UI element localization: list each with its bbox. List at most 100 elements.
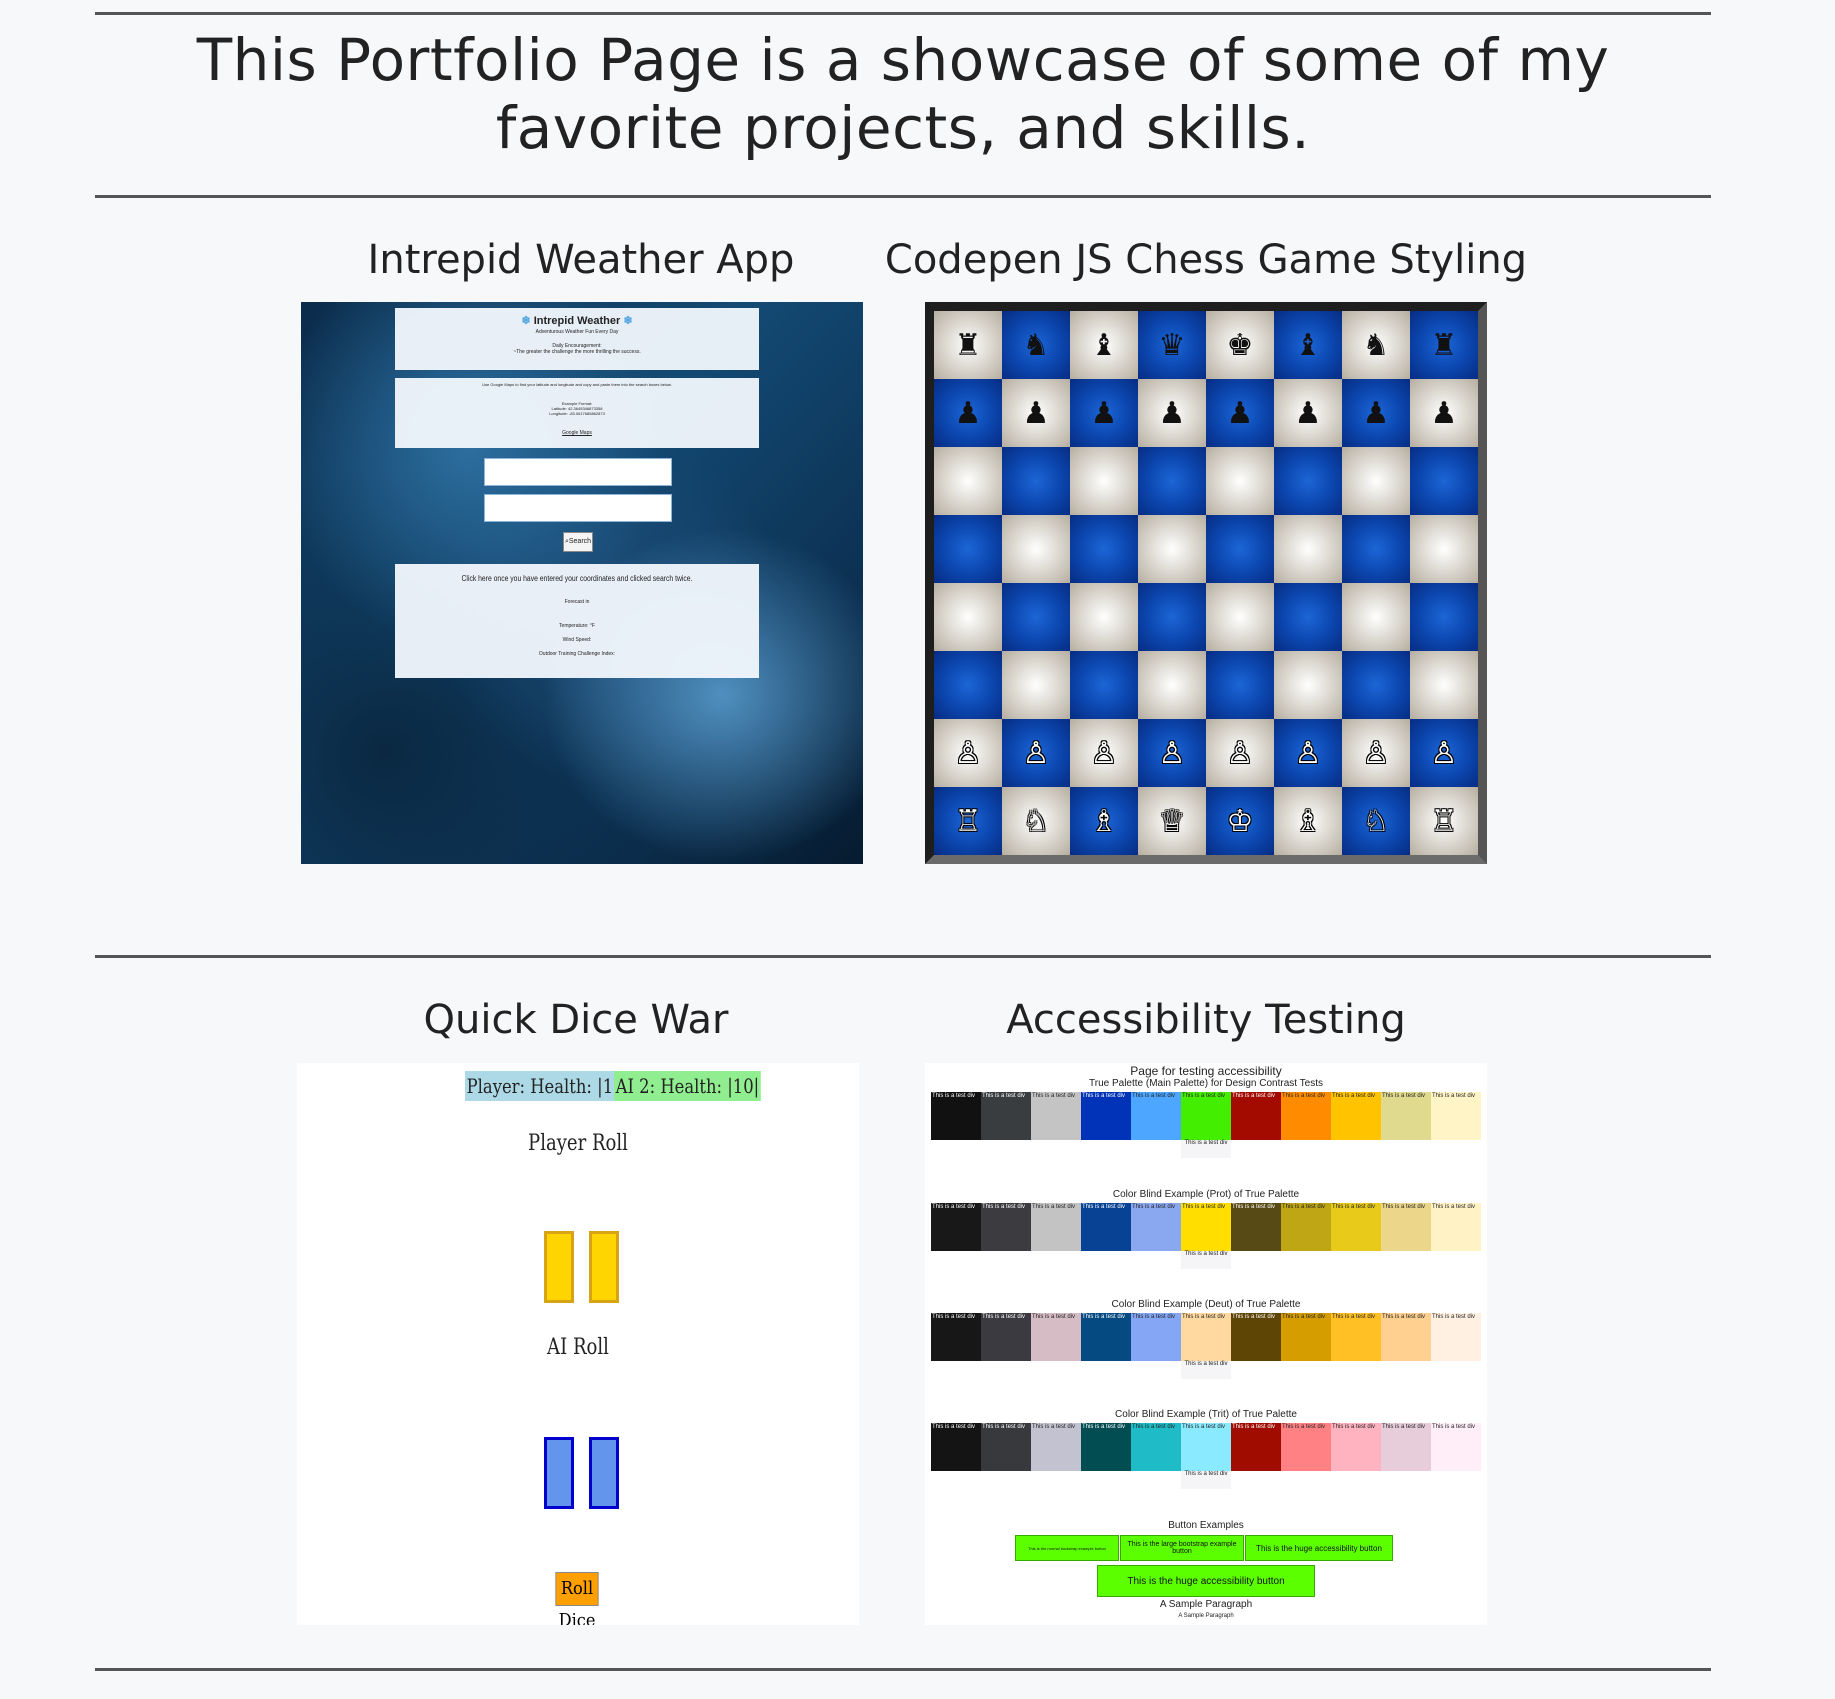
chess-square[interactable]: ♟	[1206, 379, 1274, 447]
chess-square[interactable]	[1410, 583, 1478, 651]
chess-square[interactable]	[1002, 651, 1070, 719]
chess-square[interactable]	[1138, 583, 1206, 651]
chess-square[interactable]	[1138, 447, 1206, 515]
chess-piece[interactable]: ♛	[1159, 328, 1186, 363]
chess-piece[interactable]: ♞	[1363, 328, 1390, 363]
huge-accessibility-button-2[interactable]: This is the huge accessibility button	[1097, 1565, 1315, 1597]
chess-square[interactable]	[1002, 583, 1070, 651]
google-maps-link[interactable]: Google Maps	[395, 430, 759, 436]
chess-piece[interactable]: ♙	[1227, 736, 1254, 771]
chess-piece[interactable]: ♗	[1295, 804, 1322, 839]
chess-square[interactable]: ♔	[1206, 787, 1274, 855]
chess-piece[interactable]: ♟	[1091, 396, 1118, 431]
chess-square[interactable]	[1342, 515, 1410, 583]
chess-piece[interactable]: ♟	[1023, 396, 1050, 431]
chess-square[interactable]	[1138, 651, 1206, 719]
chess-square[interactable]: ♖	[934, 787, 1002, 855]
chess-square[interactable]: ♘	[1002, 787, 1070, 855]
chess-piece[interactable]: ♙	[1159, 736, 1186, 771]
chess-square[interactable]: ♗	[1274, 787, 1342, 855]
chess-square[interactable]: ♟	[1002, 379, 1070, 447]
chess-square[interactable]	[1070, 651, 1138, 719]
chess-square[interactable]	[1070, 583, 1138, 651]
accessibility-screenshot-link[interactable]: Page for testing accessibility True Pale…	[925, 1063, 1487, 1625]
chess-piece[interactable]: ♖	[1431, 804, 1458, 839]
chess-piece[interactable]: ♗	[1091, 804, 1118, 839]
dice-war-screenshot-link[interactable]: Player: Health: |10| AI 2: Health: |10| …	[297, 1063, 859, 1625]
chess-square[interactable]	[1274, 583, 1342, 651]
chess-piece[interactable]: ♟	[1227, 396, 1254, 431]
chess-square[interactable]: ♚	[1206, 311, 1274, 379]
huge-accessibility-button-1[interactable]: This is the huge accessibility button	[1245, 1535, 1393, 1561]
weather-result-panel[interactable]: Click here once you have entered your co…	[395, 564, 759, 678]
latitude-input[interactable]	[484, 458, 672, 486]
chess-piece[interactable]: ♙	[1023, 736, 1050, 771]
chess-piece[interactable]: ♙	[1091, 736, 1118, 771]
chess-piece[interactable]: ♝	[1091, 328, 1118, 363]
chess-square[interactable]: ♟	[1410, 379, 1478, 447]
chess-square[interactable]	[1410, 447, 1478, 515]
chess-square[interactable]	[934, 583, 1002, 651]
chess-piece[interactable]: ♟	[955, 396, 982, 431]
longitude-input[interactable]	[484, 494, 672, 522]
chess-square[interactable]: ♟	[1342, 379, 1410, 447]
chess-square[interactable]: ♙	[1070, 719, 1138, 787]
chess-square[interactable]	[1070, 515, 1138, 583]
chess-square[interactable]	[1410, 515, 1478, 583]
chess-piece[interactable]: ♔	[1227, 804, 1254, 839]
weather-app-screenshot-link[interactable]: ❄ Intrepid Weather ❄ Adventurous Weather…	[301, 302, 863, 864]
chess-piece[interactable]: ♖	[955, 804, 982, 839]
chess-square[interactable]: ♙	[1274, 719, 1342, 787]
chess-piece[interactable]: ♜	[1431, 328, 1458, 363]
chess-square[interactable]: ♞	[1002, 311, 1070, 379]
chess-square[interactable]: ♗	[1070, 787, 1138, 855]
chess-square[interactable]	[1274, 447, 1342, 515]
chess-square[interactable]: ♟	[1274, 379, 1342, 447]
result-prompt[interactable]: Click here once you have entered your co…	[422, 574, 731, 583]
chess-square[interactable]	[1410, 651, 1478, 719]
chess-piece[interactable]: ♟	[1295, 396, 1322, 431]
chess-piece[interactable]: ♟	[1431, 396, 1458, 431]
chess-piece[interactable]: ♙	[1295, 736, 1322, 771]
chess-square[interactable]: ♛	[1138, 311, 1206, 379]
chess-piece[interactable]: ♜	[955, 328, 982, 363]
chess-square[interactable]	[1206, 515, 1274, 583]
chess-square[interactable]: ♙	[1410, 719, 1478, 787]
chess-piece[interactable]: ♚	[1227, 328, 1254, 363]
chess-square[interactable]	[1138, 515, 1206, 583]
chess-piece[interactable]: ♞	[1023, 328, 1050, 363]
chess-square[interactable]	[1070, 447, 1138, 515]
chess-square[interactable]: ♖	[1410, 787, 1478, 855]
chess-square[interactable]: ♘	[1342, 787, 1410, 855]
chess-square[interactable]	[1274, 515, 1342, 583]
chess-square[interactable]: ♙	[1342, 719, 1410, 787]
chess-square[interactable]: ♜	[934, 311, 1002, 379]
chess-square[interactable]	[1206, 651, 1274, 719]
chess-square[interactable]	[1206, 447, 1274, 515]
roll-dice-button[interactable]: Roll Dice	[555, 1572, 599, 1625]
chess-piece[interactable]: ♕	[1159, 804, 1186, 839]
chess-square[interactable]	[1342, 651, 1410, 719]
chess-square[interactable]: ♙	[1206, 719, 1274, 787]
chess-piece[interactable]: ♟	[1159, 396, 1186, 431]
chess-piece[interactable]: ♘	[1363, 804, 1390, 839]
chess-square[interactable]	[934, 515, 1002, 583]
chess-square[interactable]	[1274, 651, 1342, 719]
chess-square[interactable]: ♟	[1070, 379, 1138, 447]
normal-example-button[interactable]: This is the normal bootstrap example but…	[1015, 1535, 1119, 1561]
chess-piece[interactable]: ♟	[1363, 396, 1390, 431]
chess-square[interactable]	[934, 651, 1002, 719]
chess-square[interactable]: ♟	[1138, 379, 1206, 447]
chess-square[interactable]: ♟	[934, 379, 1002, 447]
chess-square[interactable]	[1342, 447, 1410, 515]
chess-square[interactable]: ♜	[1410, 311, 1478, 379]
chess-screenshot-link[interactable]: ♜ ♞ ♝ ♛ ♚ ♝ ♞ ♜ ♟ ♟ ♟ ♟ ♟ ♟ ♟ ♟ ♙ ♙ ♙ ♙ ♙ ♙ ♙ ♙ ♖ ♘ ♗ ♕ ♔ ♗ ♘ ♖	[925, 302, 1487, 864]
chess-piece[interactable]: ♘	[1023, 804, 1050, 839]
chess-square[interactable]	[934, 447, 1002, 515]
chess-piece[interactable]: ♙	[1431, 736, 1458, 771]
chess-square[interactable]: ♙	[934, 719, 1002, 787]
chess-square[interactable]	[1002, 447, 1070, 515]
weather-search-button[interactable]: ⌕Search	[563, 532, 593, 552]
large-example-button[interactable]: This is the large bootstrap example butt…	[1120, 1535, 1244, 1561]
chess-square[interactable]: ♝	[1070, 311, 1138, 379]
